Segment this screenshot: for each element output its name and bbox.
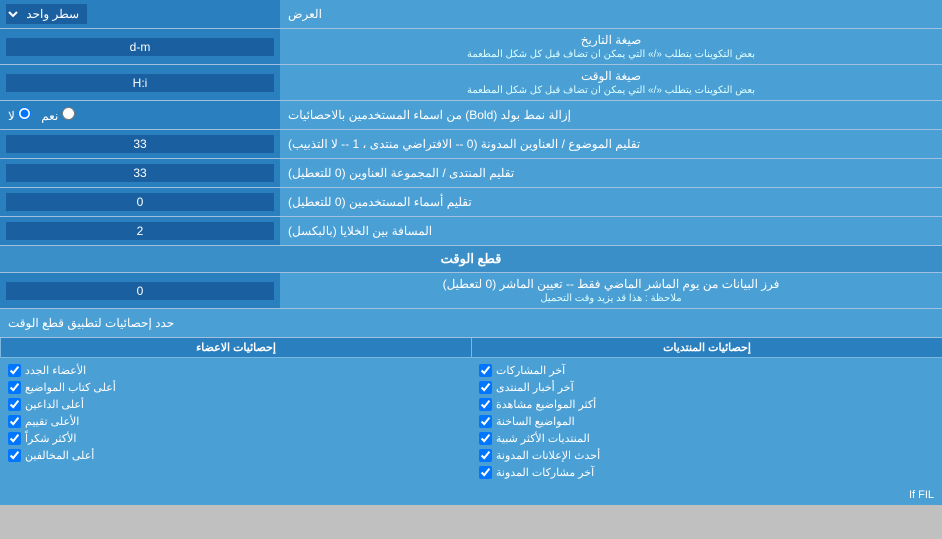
time-format-input-container <box>0 65 280 100</box>
forum-topic-row: تقليم الموضوع / العناوين المدونة (0 -- ا… <box>0 130 942 159</box>
forum-topic-label: تقليم الموضوع / العناوين المدونة (0 -- ا… <box>280 130 942 158</box>
checkbox-forum-news[interactable] <box>479 381 492 394</box>
forum-group-label: تقليم المنتدى / المجموعة العناوين (0 للت… <box>280 159 942 187</box>
stats-col1: آخر المشاركات آخر أخبار المنتدى أكثر الم… <box>471 358 942 485</box>
checkbox-blog-posts[interactable] <box>479 466 492 479</box>
entry-distance-input-container <box>0 217 280 245</box>
list-item: آخر أخبار المنتدى <box>479 379 934 396</box>
bold-remove-label: إزالة نمط بولد (Bold) من اسماء المستخدمي… <box>280 101 942 129</box>
header-row: العرض سطر واحد <box>0 0 942 29</box>
user-names-row: تقليم أسماء المستخدمين (0 للتعطيل) <box>0 188 942 217</box>
list-item: أعلى كتاب المواضيع <box>8 379 463 396</box>
checkbox-new-members[interactable] <box>8 364 21 377</box>
stats-apply-label: حدد إحصائيات لتطبيق قطع الوقت <box>0 309 942 337</box>
date-format-row: صيغة التاريخ بعض التكوينات يتطلب «/» الت… <box>0 29 942 65</box>
time-cutoff-input[interactable] <box>6 282 274 300</box>
user-names-input-container <box>0 188 280 216</box>
radio-no-label: لا <box>8 107 31 123</box>
time-format-label: صيغة الوقت بعض التكوينات يتطلب «/» التي … <box>280 65 942 100</box>
list-item: الأعلى تقييم <box>8 413 463 430</box>
radio-yes-label: نعم <box>41 107 74 123</box>
entry-distance-input[interactable] <box>6 222 274 240</box>
list-item: أعلى المخالفين <box>8 447 463 464</box>
forum-group-input-container <box>0 159 280 187</box>
checkbox-top-violators[interactable] <box>8 449 21 462</box>
checkbox-last-posts[interactable] <box>479 364 492 377</box>
checkbox-popular-forums[interactable] <box>479 432 492 445</box>
time-format-row: صيغة الوقت بعض التكوينات يتطلب «/» التي … <box>0 65 942 101</box>
header-select-container: سطر واحد <box>0 0 280 28</box>
bold-no-radio[interactable] <box>18 107 31 120</box>
list-item: الأكثر شكراً <box>8 430 463 447</box>
checkbox-most-viewed[interactable] <box>479 398 492 411</box>
bold-remove-radio-container: نعم لا <box>0 101 280 129</box>
footer-text: If FIL <box>0 485 942 505</box>
time-cutoff-label: فرز البيانات من يوم الماشر الماضي فقط --… <box>280 273 942 308</box>
list-item: آخر مشاركات المدونة <box>479 464 934 481</box>
entry-distance-row: المسافة بين الخلايا (بالبكسل) <box>0 217 942 246</box>
checkbox-top-rated[interactable] <box>8 415 21 428</box>
forum-group-input[interactable] <box>6 164 274 182</box>
date-format-label: صيغة التاريخ بعض التكوينات يتطلب «/» الت… <box>280 29 942 64</box>
time-format-input[interactable] <box>6 74 274 92</box>
checkbox-latest-announcements[interactable] <box>479 449 492 462</box>
list-item: المنتديات الأكثر شبية <box>479 430 934 447</box>
stats-col2-header: إحصائيات الاعضاء <box>0 338 471 357</box>
view-mode-select[interactable]: سطر واحد <box>6 4 87 24</box>
forum-group-row: تقليم المنتدى / المجموعة العناوين (0 للت… <box>0 159 942 188</box>
main-container: العرض سطر واحد صيغة التاريخ بعض التكوينا… <box>0 0 942 505</box>
list-item: المواضيع الساخنة <box>479 413 934 430</box>
checkbox-top-topic-writers[interactable] <box>8 381 21 394</box>
time-cutoff-row: فرز البيانات من يوم الماشر الماضي فقط --… <box>0 273 942 309</box>
bold-yes-radio[interactable] <box>62 107 75 120</box>
checkbox-most-thanked[interactable] <box>8 432 21 445</box>
forum-topic-input-container <box>0 130 280 158</box>
stats-apply-row: حدد إحصائيات لتطبيق قطع الوقت <box>0 309 942 338</box>
list-item: آخر المشاركات <box>479 362 934 379</box>
stats-col1-header: إحصائيات المنتديات <box>471 338 942 357</box>
list-item: أعلى الداعين <box>8 396 463 413</box>
stats-col-headers: إحصائيات المنتديات إحصائيات الاعضاء <box>0 338 942 358</box>
list-item: الأعضاء الجدد <box>8 362 463 379</box>
checkbox-top-inviters[interactable] <box>8 398 21 411</box>
date-format-input[interactable] <box>6 38 274 56</box>
stats-checkboxes: آخر المشاركات آخر أخبار المنتدى أكثر الم… <box>0 358 942 485</box>
stats-col2: الأعضاء الجدد أعلى كتاب المواضيع أعلى ال… <box>0 358 471 485</box>
checkbox-hot-topics[interactable] <box>479 415 492 428</box>
time-cutoff-input-container <box>0 273 280 308</box>
entry-distance-label: المسافة بين الخلايا (بالبكسل) <box>280 217 942 245</box>
forum-topic-input[interactable] <box>6 135 274 153</box>
list-item: أكثر المواضيع مشاهدة <box>479 396 934 413</box>
date-format-input-container <box>0 29 280 64</box>
bold-remove-row: إزالة نمط بولد (Bold) من اسماء المستخدمي… <box>0 101 942 130</box>
header-right-label: العرض <box>280 0 942 28</box>
list-item: أحدث الإعلانات المدونة <box>479 447 934 464</box>
user-names-input[interactable] <box>6 193 274 211</box>
user-names-label: تقليم أسماء المستخدمين (0 للتعطيل) <box>280 188 942 216</box>
time-cutoff-header: قطع الوقت <box>0 246 942 273</box>
